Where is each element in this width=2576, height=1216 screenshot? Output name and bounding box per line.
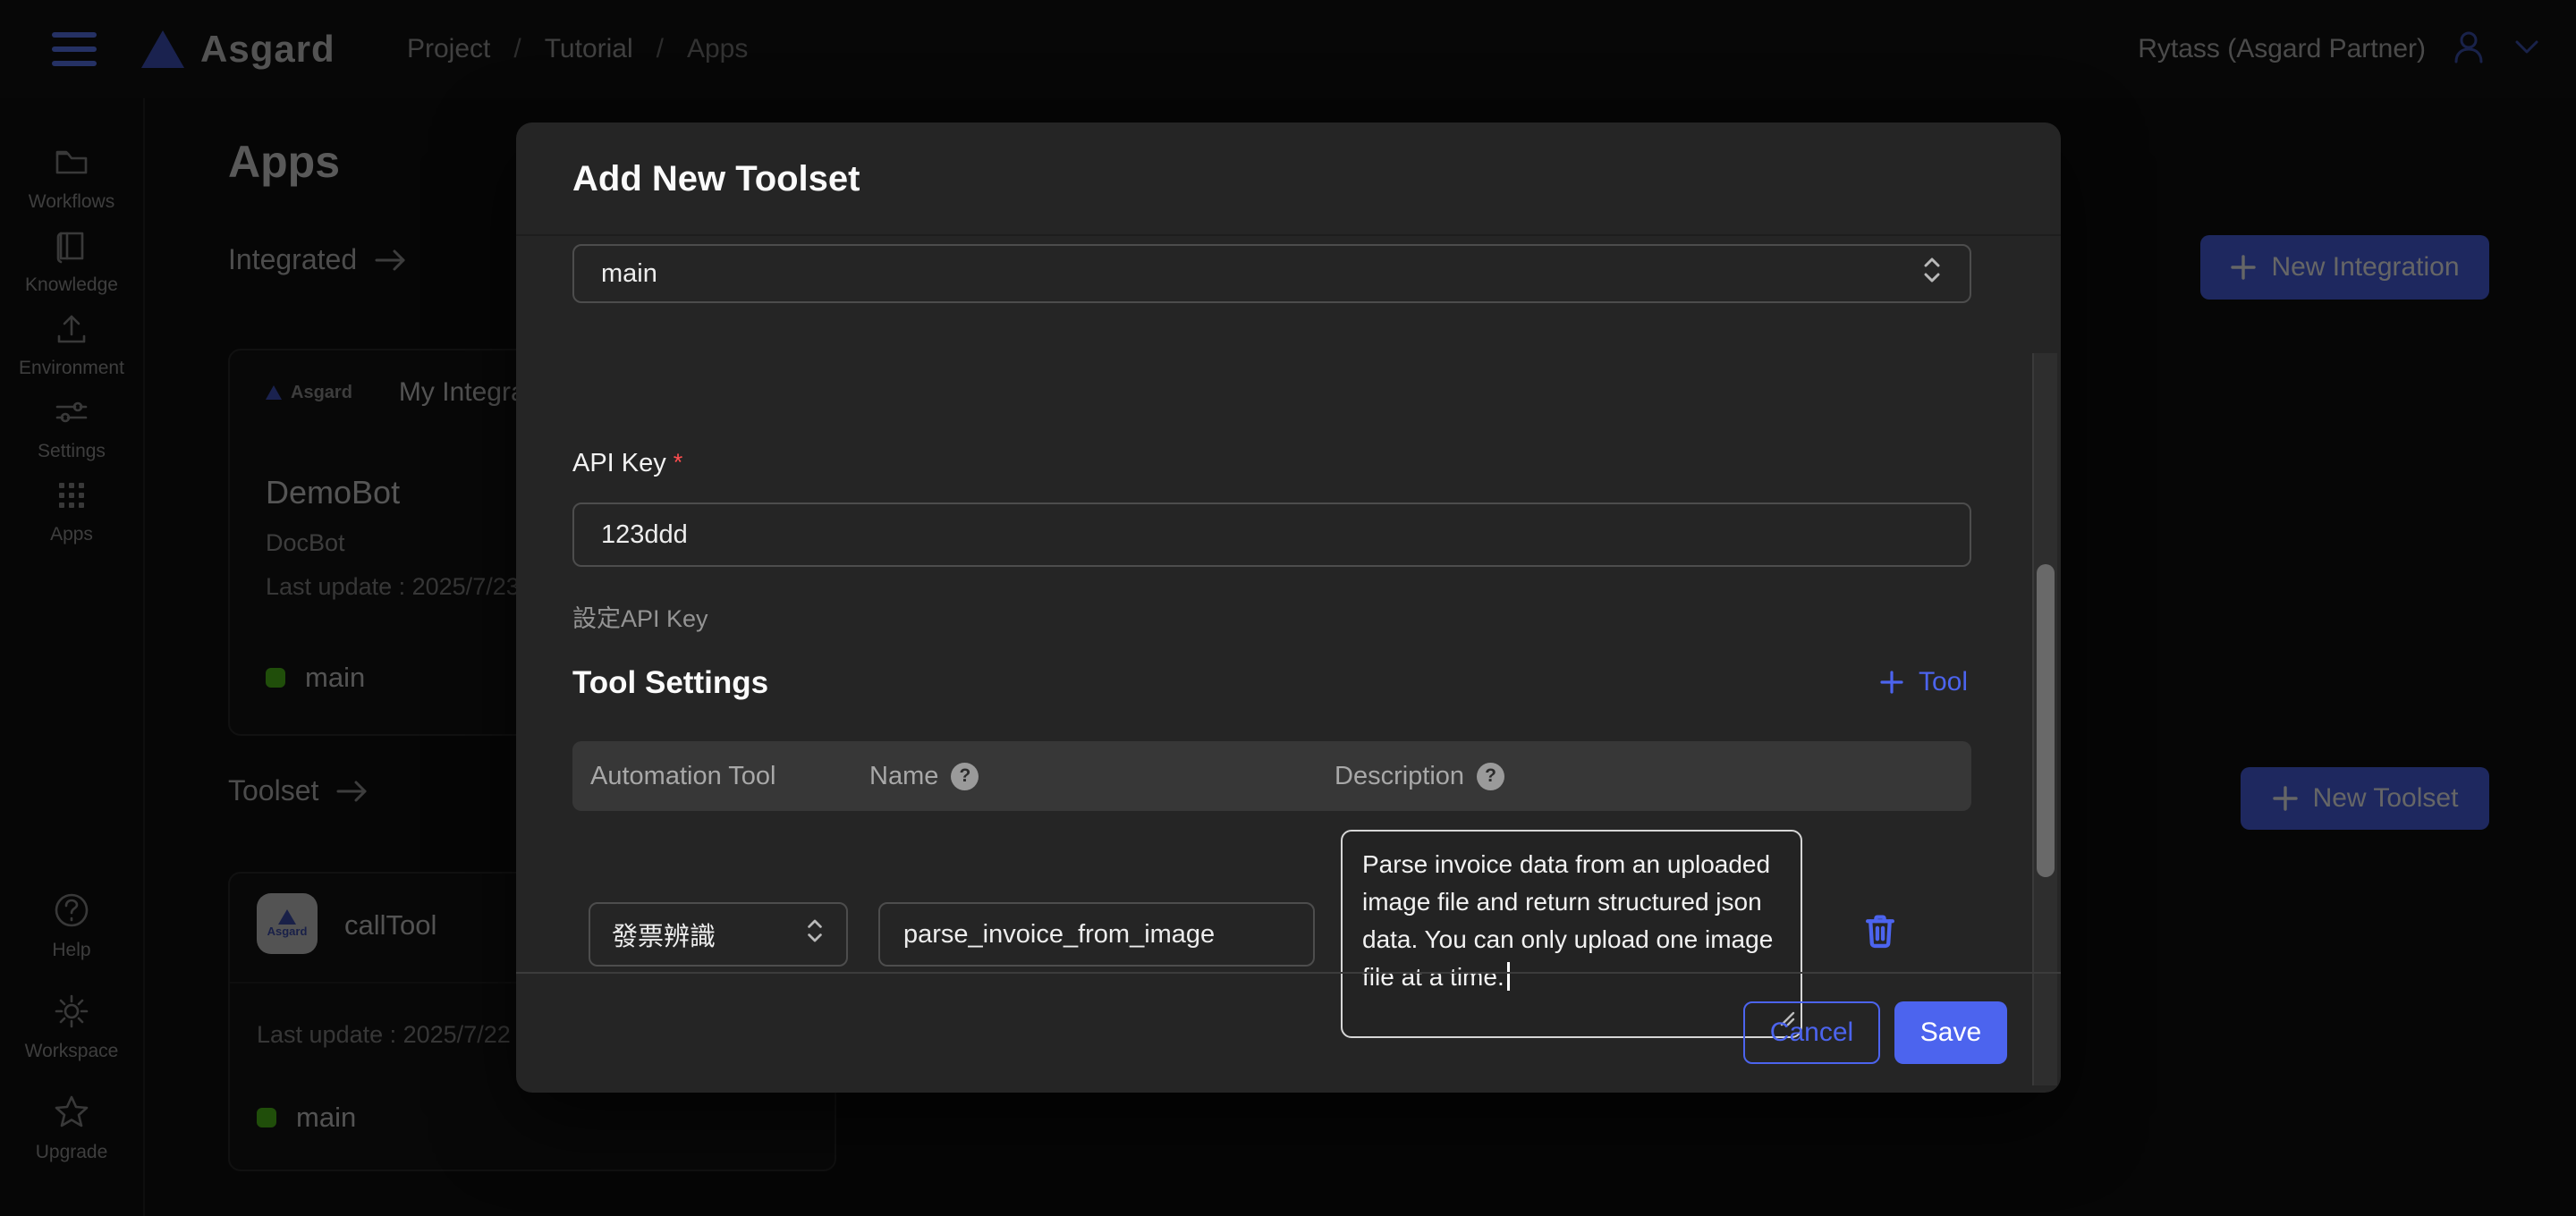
modal-scrollbar-thumb[interactable] bbox=[2037, 564, 2055, 877]
modal-title: Add New Toolset bbox=[572, 122, 860, 236]
automation-tool-select[interactable]: 發票辨識 bbox=[589, 902, 848, 967]
trash-icon bbox=[1863, 913, 1897, 949]
column-automation-tool: Automation Tool bbox=[590, 741, 775, 811]
tool-table-header: Automation Tool Name ? Description ? bbox=[572, 741, 1971, 811]
select-updown-icon bbox=[1921, 255, 1943, 292]
app-screen: Asgard Project / Tutorial / Apps Rytass … bbox=[0, 0, 2576, 1216]
tool-settings-heading: Tool Settings bbox=[572, 665, 768, 701]
delete-tool-button[interactable] bbox=[1863, 913, 1897, 953]
help-badge-icon[interactable]: ? bbox=[1477, 763, 1504, 790]
add-tool-button[interactable]: Tool bbox=[1879, 667, 1968, 697]
add-tool-label: Tool bbox=[1919, 667, 1968, 697]
api-key-input[interactable]: 123ddd bbox=[572, 502, 1971, 567]
automation-tool-value: 發票辨識 bbox=[612, 916, 716, 953]
environment-select[interactable]: main bbox=[572, 244, 1971, 303]
modal-footer: Cancel Save bbox=[516, 972, 2061, 1093]
plus-icon bbox=[1879, 670, 1904, 695]
required-asterisk: * bbox=[674, 449, 683, 476]
modal-header: Add New Toolset bbox=[516, 122, 2061, 236]
help-badge-icon[interactable]: ? bbox=[951, 763, 979, 790]
environment-select-value: main bbox=[601, 259, 657, 289]
save-button[interactable]: Save bbox=[1894, 1001, 2007, 1064]
api-key-helper: 設定API Key bbox=[572, 599, 708, 634]
modal-body: main API Key* 123ddd 設定API Key Tool Sett… bbox=[516, 238, 2061, 970]
tool-name-value: parse_invoice_from_image bbox=[903, 920, 1215, 950]
select-updown-icon bbox=[805, 916, 825, 952]
api-key-value: 123ddd bbox=[601, 520, 688, 550]
column-description: Description ? bbox=[1335, 741, 1504, 811]
api-key-label: API Key* bbox=[572, 449, 682, 478]
column-name: Name ? bbox=[869, 741, 979, 811]
cancel-button[interactable]: Cancel bbox=[1743, 1001, 1880, 1064]
add-new-toolset-modal: Add New Toolset main API Key* 123ddd 設定A… bbox=[516, 122, 2061, 1093]
tool-name-input[interactable]: parse_invoice_from_image bbox=[878, 902, 1315, 967]
